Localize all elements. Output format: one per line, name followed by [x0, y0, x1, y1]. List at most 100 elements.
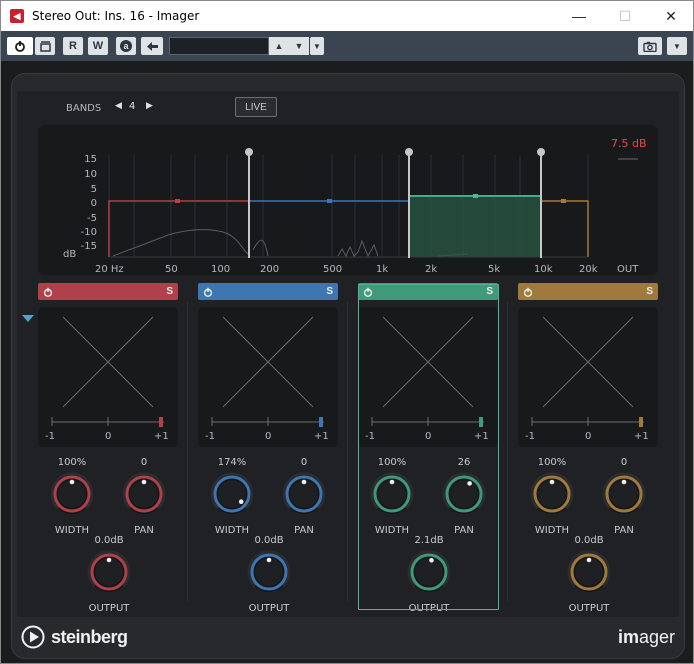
- pan-knob[interactable]: [121, 471, 167, 517]
- width-value: 174%: [217, 457, 247, 468]
- preset-field[interactable]: [169, 37, 269, 55]
- plugin-toolbar: R W a ▲ ▼ ▼ ▼: [1, 31, 693, 61]
- y-tick-label: 10: [84, 169, 97, 180]
- pan-control: 0 PAN: [594, 457, 654, 536]
- pan-control: 0 PAN: [274, 457, 334, 536]
- bypass-icon: [39, 40, 51, 52]
- band-3-handle[interactable]: [473, 194, 478, 198]
- width-knob[interactable]: [49, 471, 95, 517]
- ab-compare-button[interactable]: a: [116, 37, 136, 55]
- power-button[interactable]: [7, 37, 33, 55]
- minimize-button[interactable]: —: [556, 1, 602, 31]
- band-solo-button[interactable]: S: [486, 286, 493, 297]
- output-value: 0.0dB: [574, 535, 604, 546]
- output-label: OUTPUT: [248, 603, 290, 614]
- x-tick-label: 20 Hz: [95, 264, 124, 275]
- output-knob[interactable]: [566, 549, 612, 595]
- width-control: 100% WIDTH: [522, 457, 582, 536]
- bands-label: BANDS: [66, 103, 102, 114]
- band-strip-2: S -1 0 +1 174% WIDTH 0 PAN 0.0dB OUTPUT: [198, 283, 338, 614]
- crossover-3-handle[interactable]: [537, 148, 545, 156]
- width-control: 174% WIDTH: [202, 457, 262, 536]
- band-1-handle[interactable]: [175, 199, 180, 203]
- output-knob[interactable]: [246, 549, 292, 595]
- crossover-2-handle[interactable]: [405, 148, 413, 156]
- y-tick-label: -10: [80, 227, 97, 238]
- band-3-header: S: [358, 283, 498, 300]
- output-value: 0.0dB: [94, 535, 124, 546]
- y-unit-label: dB: [63, 249, 77, 260]
- scope-axis-min: -1: [365, 431, 375, 442]
- band-power-icon[interactable]: [203, 287, 213, 297]
- expand-triangle-icon[interactable]: [22, 315, 34, 322]
- snapshot-button[interactable]: [638, 37, 662, 55]
- x-tick-label: 200: [260, 264, 280, 275]
- output-control: 0.0dB OUTPUT: [79, 535, 139, 614]
- preset-navigation: ▲ ▼: [269, 37, 309, 55]
- band-divider: [347, 301, 348, 601]
- x-tick-label: 10k: [534, 264, 553, 275]
- band-2-header: S: [198, 283, 338, 300]
- band-4-header: S: [518, 283, 658, 300]
- band-solo-button[interactable]: S: [326, 286, 333, 297]
- crossover-1-handle[interactable]: [245, 148, 253, 156]
- product-logo: imager: [618, 627, 675, 648]
- output-label: OUTPUT: [88, 603, 130, 614]
- band-solo-button[interactable]: S: [646, 286, 653, 297]
- bands-count: 4: [129, 101, 136, 112]
- scope-axis-max: +1: [154, 431, 169, 442]
- output-level-readout: 7.5 dB: [611, 137, 647, 150]
- pan-value: 0: [620, 457, 628, 468]
- preset-down-icon[interactable]: ▼: [295, 41, 304, 51]
- pan-knob[interactable]: [601, 471, 647, 517]
- bands-increase-icon[interactable]: ▶: [146, 101, 153, 111]
- y-tick-label: -15: [80, 241, 97, 252]
- output-control: 0.0dB OUTPUT: [239, 535, 299, 614]
- stereo-scope: -1 0 +1: [38, 307, 178, 447]
- band-power-icon[interactable]: [523, 287, 533, 297]
- pan-knob[interactable]: [441, 471, 487, 517]
- options-menu-button[interactable]: ▼: [667, 37, 687, 55]
- y-tick-label: 0: [90, 198, 97, 209]
- camera-icon: [643, 41, 657, 52]
- output-knob[interactable]: [406, 549, 452, 595]
- width-knob[interactable]: [529, 471, 575, 517]
- preset-menu-button[interactable]: ▼: [310, 37, 324, 55]
- read-automation-button[interactable]: R: [63, 37, 83, 55]
- width-value: 100%: [377, 457, 407, 468]
- width-knob[interactable]: [209, 471, 255, 517]
- scope-axis-max: +1: [634, 431, 649, 442]
- bands-decrease-icon[interactable]: ◀: [115, 101, 122, 111]
- plugin-window: ◀ Stereo Out: Ins. 16 - Imager — ☐ ✕ R W…: [0, 0, 694, 664]
- title-bar: ◀ Stereo Out: Ins. 16 - Imager — ☐ ✕: [1, 1, 693, 31]
- scope-axis-mid: 0: [105, 431, 112, 442]
- write-automation-button[interactable]: W: [88, 37, 108, 55]
- band-4-line: [541, 200, 589, 257]
- scope-axis-mid: 0: [265, 431, 272, 442]
- maximize-button[interactable]: ☐: [602, 1, 648, 31]
- y-tick-label: -5: [87, 213, 97, 224]
- bypass-button[interactable]: [35, 37, 55, 55]
- band-4-handle[interactable]: [561, 199, 566, 203]
- width-knob[interactable]: [369, 471, 415, 517]
- width-value: 100%: [57, 457, 87, 468]
- live-button[interactable]: LIVE: [235, 97, 277, 117]
- x-tick-label: 5k: [488, 264, 501, 275]
- output-knob[interactable]: [86, 549, 132, 595]
- band-power-icon[interactable]: [43, 287, 53, 297]
- copy-settings-button[interactable]: [141, 37, 163, 55]
- band-1-header: S: [38, 283, 178, 300]
- x-tick-label: 500: [323, 264, 343, 275]
- preset-up-icon[interactable]: ▲: [275, 41, 284, 51]
- steinberg-logo: steinberg: [21, 625, 128, 649]
- band-2-handle[interactable]: [327, 199, 332, 203]
- band-solo-button[interactable]: S: [166, 286, 173, 297]
- band-1-line: [108, 200, 249, 257]
- y-tick-label: 5: [90, 184, 97, 195]
- output-value: 0.0dB: [254, 535, 284, 546]
- band-power-icon[interactable]: [363, 287, 373, 297]
- product-name-rest: ager: [638, 627, 675, 647]
- scope-axis-max: +1: [474, 431, 489, 442]
- close-button[interactable]: ✕: [648, 1, 693, 31]
- pan-knob[interactable]: [281, 471, 327, 517]
